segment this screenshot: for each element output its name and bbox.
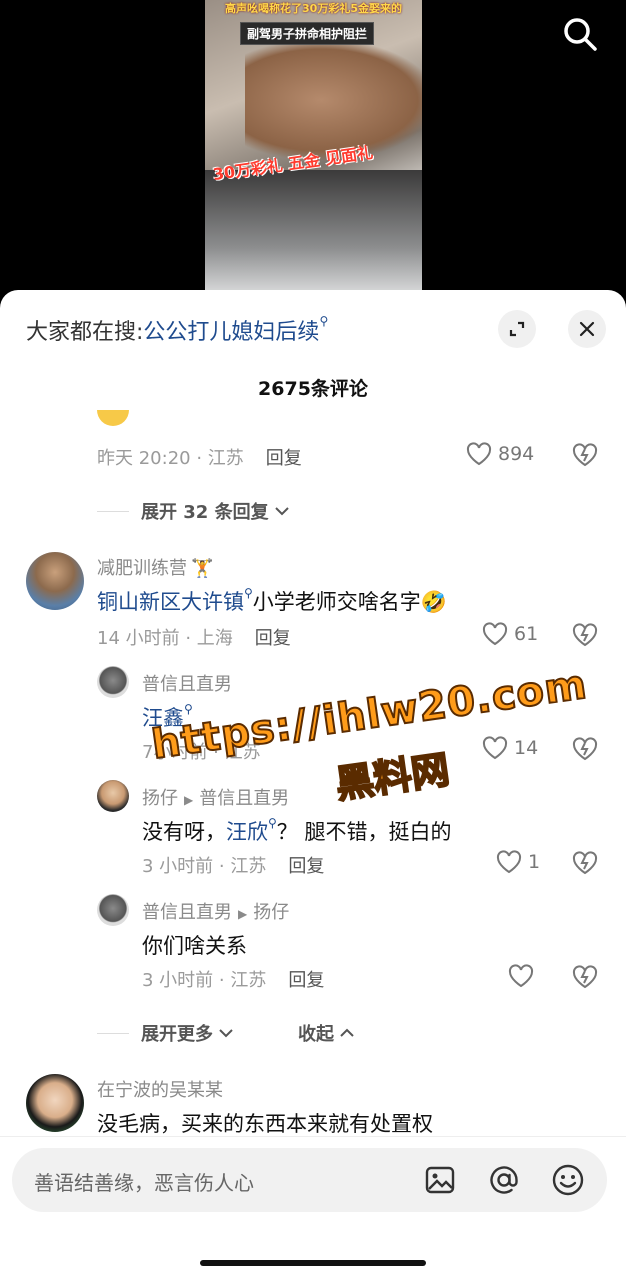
search-small-icon: ⚲: [319, 314, 329, 328]
comment-sheet: 大家都在搜:公公打儿媳妇后续⚲ 2675条评论 昨天 20:20 · 江苏 回复 …: [0, 290, 626, 1280]
dislike-icon: [572, 851, 598, 875]
dislike-icon: [572, 443, 598, 467]
chevron-down-icon: [219, 1029, 233, 1038]
hot-search-bar[interactable]: 大家都在搜:公公打儿媳妇后续⚲: [26, 314, 328, 346]
hot-search-keyword[interactable]: 公公打儿媳妇后续: [143, 320, 319, 345]
reply-arrow-icon: ▶: [184, 793, 194, 807]
comment-count: 2675条评论: [258, 378, 368, 400]
reply-meta: 3 小时前 · 江苏 回复: [142, 856, 325, 877]
chevron-down-icon: [274, 507, 289, 516]
reply-keyword-link[interactable]: 汪欣: [226, 820, 268, 844]
watermark-text: 黑料网: [332, 746, 453, 807]
reply-author[interactable]: 普信且直男 ▶ 扬仔: [142, 898, 289, 924]
like-button[interactable]: 61: [482, 622, 538, 646]
image-icon[interactable]: [422, 1162, 458, 1198]
like-count: 14: [514, 737, 539, 759]
close-button[interactable]: [568, 310, 606, 348]
avatar[interactable]: [97, 894, 129, 926]
comment-meta: 昨天 20:20 · 江苏 回复: [97, 448, 302, 469]
reply-button[interactable]: 回复: [266, 448, 302, 469]
search-small-icon: ⚲: [268, 816, 277, 830]
emoji-sticker: [97, 410, 129, 426]
reply-meta: 3 小时前 · 江苏 回复: [142, 970, 325, 991]
expand-icon: [509, 321, 525, 337]
badge-icon: 🏋: [191, 558, 214, 579]
avatar[interactable]: [26, 552, 84, 610]
dislike-button[interactable]: [572, 737, 598, 765]
comment-text: 铜山新区大许镇⚲小学老师交啥名字🤣: [97, 586, 447, 614]
expand-replies-button[interactable]: 展开 32 条回复: [97, 498, 291, 524]
dislike-button[interactable]: [572, 851, 598, 879]
expand-more-button[interactable]: 展开更多: [97, 1020, 235, 1046]
comment-input[interactable]: 善语结善缘，恶言伤人心: [12, 1148, 607, 1212]
like-count: 1: [528, 851, 541, 873]
reply-button[interactable]: 回复: [288, 970, 324, 991]
heart-icon: [482, 622, 508, 646]
avatar[interactable]: [97, 780, 129, 812]
dislike-icon: [572, 623, 598, 647]
heart-icon: [508, 964, 534, 988]
collapse-button[interactable]: 收起: [298, 1020, 356, 1046]
like-count: 61: [514, 623, 539, 645]
reply-text: 没有呀，汪欣⚲？ 腿不错，挺白的: [142, 816, 452, 844]
avatar[interactable]: [97, 666, 129, 698]
comment-text: 没毛病，买来的东西本来就有处置权: [97, 1112, 433, 1136]
dislike-button[interactable]: [572, 623, 598, 651]
heart-icon: [482, 736, 508, 760]
chevron-up-icon: [340, 1028, 354, 1037]
search-small-icon: ⚲: [244, 586, 253, 600]
close-icon: [579, 321, 595, 337]
reply-button[interactable]: 回复: [255, 628, 291, 649]
dislike-button[interactable]: [572, 965, 598, 993]
like-button[interactable]: 1: [496, 850, 540, 874]
search-icon[interactable]: [560, 14, 600, 54]
heart-icon: [496, 850, 522, 874]
comment-keyword-link[interactable]: 铜山新区大许镇: [97, 590, 244, 614]
reply-button[interactable]: 回复: [288, 856, 324, 877]
like-count: 894: [498, 443, 535, 465]
reply-author[interactable]: 扬仔 ▶ 普信且直男: [142, 784, 289, 810]
dislike-icon: [572, 965, 598, 989]
home-indicator[interactable]: [200, 1260, 426, 1266]
laugh-emoji-icon: 🤣: [420, 590, 447, 614]
like-button[interactable]: 14: [482, 736, 538, 760]
emoji-icon[interactable]: [550, 1162, 586, 1198]
like-button[interactable]: [508, 964, 534, 988]
like-button[interactable]: 894: [466, 442, 534, 466]
avatar[interactable]: [26, 1074, 84, 1132]
at-icon[interactable]: [486, 1162, 522, 1198]
comment-meta: 14 小时前 · 上海 回复: [97, 628, 291, 649]
video-player[interactable]: 高声吆喝称花了30万彩礼5金娶来的 副驾男子拼命相护阻拦 30万彩礼 五金 见面…: [0, 0, 626, 300]
comment-author[interactable]: 在宁波的吴某某: [97, 1076, 223, 1102]
reply-arrow-icon: ▶: [238, 907, 248, 921]
hot-search-prefix: 大家都在搜:: [26, 320, 144, 345]
expand-button[interactable]: [498, 310, 536, 348]
reply-author[interactable]: 普信且直男: [142, 670, 232, 696]
comment-author[interactable]: 减肥训练营 🏋: [97, 554, 213, 580]
reply-text: 你们啥关系: [142, 934, 247, 958]
dislike-icon: [572, 737, 598, 761]
comment-input-placeholder: 善语结善缘，恶言伤人心: [34, 1171, 254, 1195]
dislike-button[interactable]: [572, 443, 598, 471]
video-caption-top: 高声吆喝称花了30万彩礼5金娶来的: [225, 2, 402, 15]
search-small-icon: ⚲: [184, 702, 193, 716]
heart-icon: [466, 442, 492, 466]
video-caption-box: 副驾男子拼命相护阻拦: [240, 22, 375, 45]
